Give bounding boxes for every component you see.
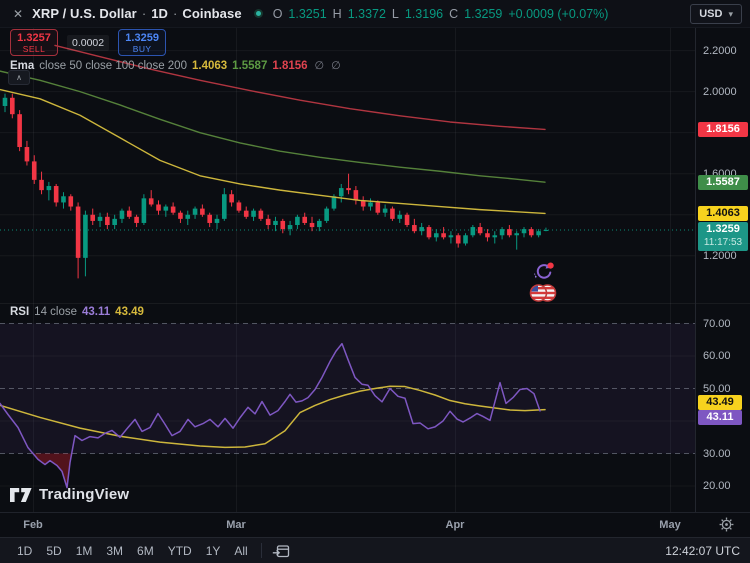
ema50-value: 1.4063 [192,60,227,72]
ema-legend[interactable]: Ema close 50 close 100 close 200 1.4063 … [10,59,341,72]
close-label: C [449,7,458,21]
range-button-ytd[interactable]: YTD [161,542,199,560]
range-button-1d[interactable]: 1D [10,542,39,560]
buy-price: 1.3259 [119,32,165,44]
tradingview-logo-icon [10,488,32,502]
month-label-mar: Mar [226,519,246,531]
chart-canvas[interactable] [0,0,750,512]
price-tick-label: 2.2000 [703,45,737,57]
toolbar-divider [261,543,262,558]
high-value: 1.3372 [348,7,386,21]
rsi-params: 14 close [34,306,77,318]
trade-widget: 1.3257 SELL 0.0002 1.3259 BUY [10,29,166,56]
collapse-legend-button[interactable]: ∧ [8,70,30,85]
low-value: 1.3196 [405,7,443,21]
range-button-3m[interactable]: 3M [99,542,130,560]
open-value: 1.3251 [288,7,326,21]
symbol-title[interactable]: XRP / U.S. Dollar [32,6,137,21]
current-price-value: 1.3259 [698,222,748,237]
gear-icon[interactable] [719,517,734,532]
rsi-tick-label: 20.00 [703,480,731,492]
go-to-date-button[interactable] [268,543,294,559]
rsi-tick-label: 60.00 [703,350,731,362]
indicator-price-label: 1.4063 [698,206,748,221]
buy-label: BUY [119,44,165,54]
bar-countdown: 11:17:53 [698,237,748,249]
tradingview-chart-window: ✕ XRP / U.S. Dollar · 1D · Coinbase O 1.… [0,0,750,563]
range-button-1m[interactable]: 1M [69,542,100,560]
sell-price: 1.3257 [11,32,57,44]
hidden-value-icon: ∅ [315,59,325,72]
range-button-5d[interactable]: 5D [39,542,68,560]
range-button-6m[interactable]: 6M [130,542,161,560]
low-label: L [392,7,399,21]
range-button-all[interactable]: All [227,542,254,560]
indicator-price-label: 1.8156 [698,122,748,137]
sell-label: SELL [11,44,57,54]
market-status-icon [254,9,263,18]
price-axis-separator [695,28,696,537]
month-label-may: May [659,519,680,531]
bottom-toolbar: 1D5D1M3M6MYTD1YAll 12:42:07 UTC [0,537,750,563]
calendar-arrow-icon [272,543,290,559]
time-axis[interactable]: Feb Mar Apr May [0,512,750,537]
rsi-title: RSI [10,306,29,318]
tradingview-logo-text: TradingView [39,486,129,503]
change-value: +0.0009 (+0.07%) [508,7,608,21]
us-flag-coins-icon[interactable] [528,283,558,303]
price-tick-label: 1.2000 [703,250,737,262]
close-icon[interactable]: ✕ [13,7,23,21]
symbol-header: ✕ XRP / U.S. Dollar · 1D · Coinbase O 1.… [0,0,750,28]
chart-event-icons [527,261,559,303]
exchange-label[interactable]: Coinbase [182,6,241,21]
rsi-ma-value: 43.49 [115,306,144,318]
currency-dropdown[interactable]: USD ▾ [690,4,742,24]
range-button-1y[interactable]: 1Y [199,542,228,560]
tradingview-logo[interactable]: TradingView [10,486,129,503]
buy-button[interactable]: 1.3259 BUY [118,29,166,56]
rsi-value-label: 43.11 [698,410,742,425]
rsi-value: 43.11 [82,306,110,318]
clock-utc[interactable]: 12:42:07 UTC [665,544,740,558]
open-label: O [273,7,283,21]
month-label-apr: Apr [446,519,465,531]
rsi-value-label: 43.49 [698,395,742,410]
price-tick-label: 2.0000 [703,86,737,98]
high-label: H [333,7,342,21]
spread-value: 0.0002 [67,35,109,51]
hidden-value-icon: ∅ [331,59,341,72]
rsi-tick-label: 50.00 [703,383,731,395]
close-value: 1.3259 [464,7,502,21]
rsi-tick-label: 70.00 [703,318,731,330]
ema100-value: 1.5587 [232,60,267,72]
separator-dot: · [142,6,146,21]
ema-params: close 50 close 100 close 200 [39,60,187,72]
ohlc-values: O 1.3251 H 1.3372 L 1.3196 C 1.3259 +0.0… [273,7,609,21]
rsi-legend[interactable]: RSI 14 close 43.11 43.49 [10,306,144,318]
rsi-tick-label: 30.00 [703,448,731,460]
indicator-price-label: 1.5587 [698,175,748,190]
month-label-feb: Feb [23,519,43,531]
range-buttons: 1D5D1M3M6MYTD1YAll [10,542,255,560]
ema200-value: 1.8156 [272,60,307,72]
chevron-down-icon: ▾ [728,9,733,20]
separator-dot: · [173,6,177,21]
interval-label[interactable]: 1D [151,6,168,21]
sell-button[interactable]: 1.3257 SELL [10,29,58,56]
current-price-label: 1.3259 11:17:53 [698,222,748,251]
currency-label: USD [699,8,722,20]
refresh-cycle-icon[interactable] [532,261,555,283]
